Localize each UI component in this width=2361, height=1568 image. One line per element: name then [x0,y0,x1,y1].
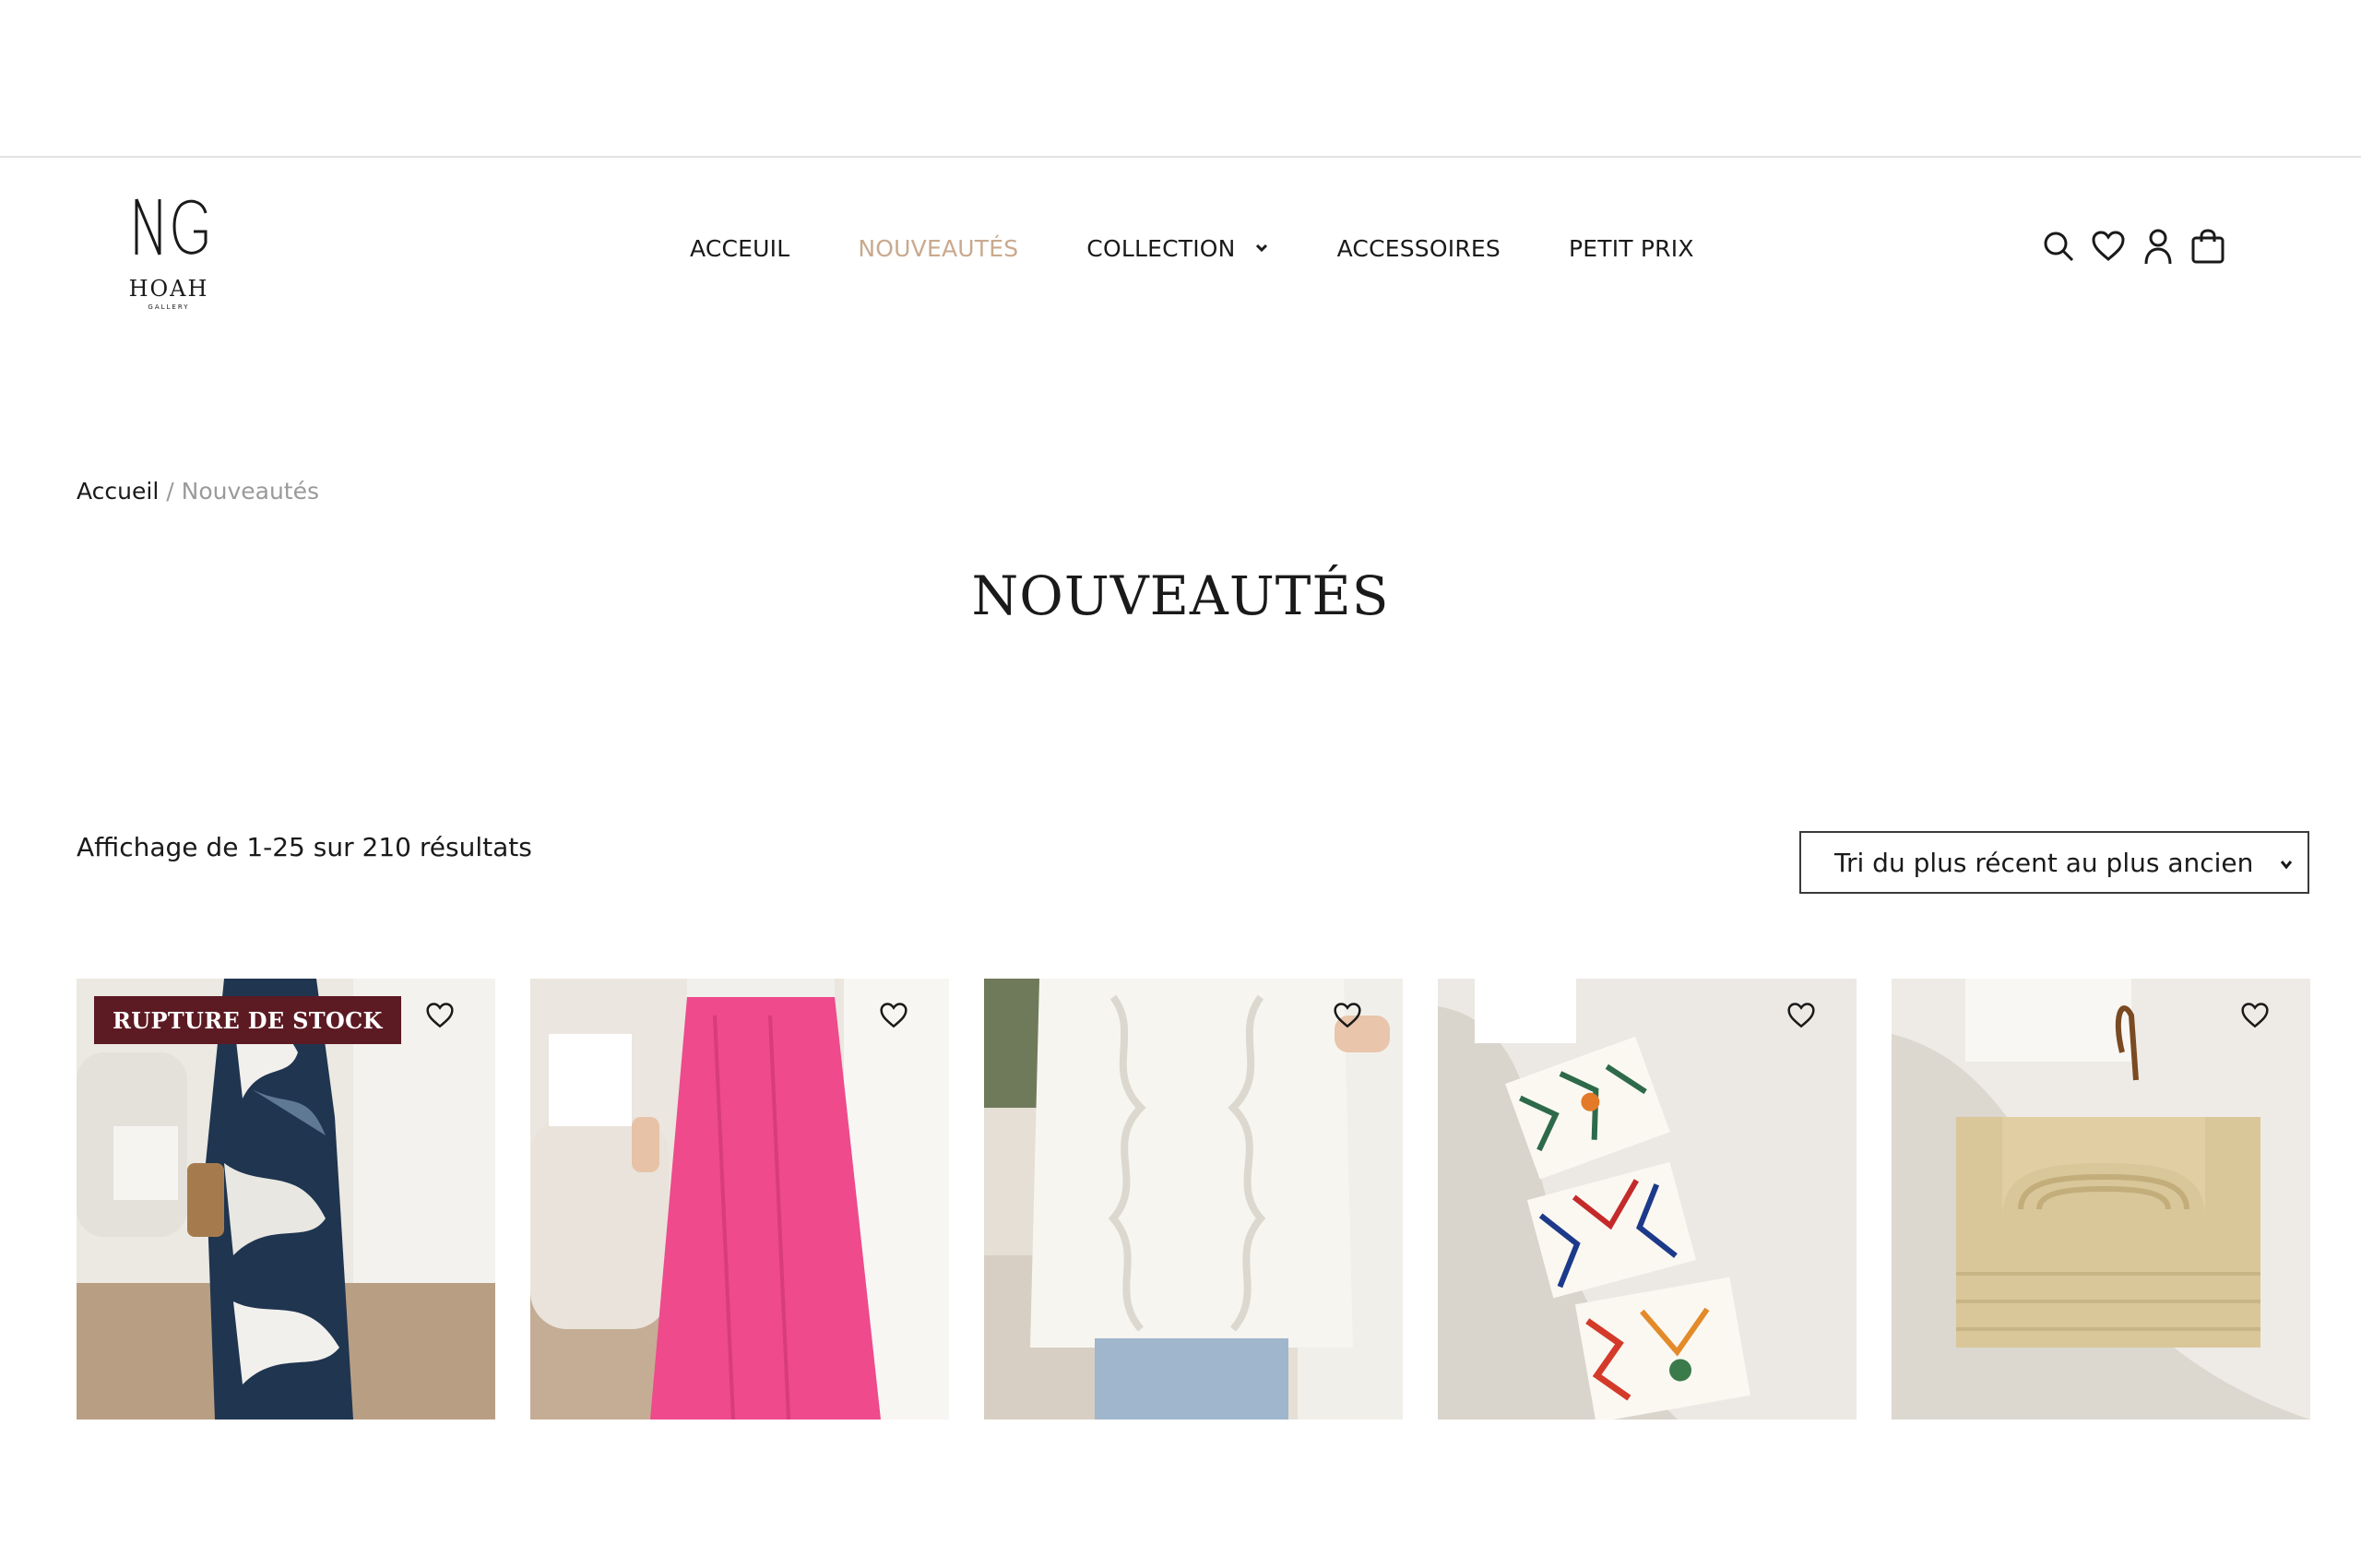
page-title: NOUVEAUTÉS [971,564,1390,627]
cart-button[interactable] [2189,226,2226,267]
wishlist-toggle[interactable] [875,997,912,1034]
product-card[interactable] [1438,979,1857,1420]
product-image [77,979,495,1420]
site-header: HOAH GALLERY ACCEUIL NOUVEAUTÉS COLLECTI… [0,158,2361,333]
sort-selected-label: Tri du plus récent au plus ancien [1834,847,2254,878]
heart-icon [2092,231,2125,261]
heart-icon [1787,1003,1815,1028]
breadcrumb-separator: / [166,478,174,505]
announcement-bar [0,0,2361,158]
main-nav: ACCEUIL NOUVEAUTÉS COLLECTION ACCESSOIRE… [690,230,1694,267]
wishlist-toggle[interactable] [1783,997,1820,1034]
account-button[interactable] [2140,226,2177,267]
results-count: Affichage de 1-25 sur 210 résultats [77,832,532,862]
product-card[interactable] [984,979,1403,1420]
nav-item-collection[interactable]: COLLECTION [1086,235,1268,262]
nav-item-acceuil[interactable]: ACCEUIL [690,235,789,262]
product-card[interactable] [1892,979,2310,1420]
nav-item-nouveautes[interactable]: NOUVEAUTÉS [858,235,1018,262]
product-card[interactable] [530,979,949,1420]
heart-icon [2241,1003,2269,1028]
logo-mark: HOAH GALLERY [129,198,209,311]
nav-item-petit-prix[interactable]: PETIT PRIX [1569,235,1694,262]
out-of-stock-badge: RUPTURE DE STOCK [94,996,401,1044]
site-logo[interactable]: HOAH GALLERY [118,176,219,315]
wishlist-toggle[interactable] [421,997,458,1034]
breadcrumb-current: Nouveautés [181,478,320,505]
nav-item-accessoires[interactable]: ACCESSOIRES [1337,235,1501,262]
svg-text:HOAH: HOAH [129,276,209,302]
product-image [1892,979,2310,1420]
breadcrumb: Accueil / Nouveautés [77,478,319,505]
chevron-down-icon [2280,861,2293,870]
nav-item-collection-label: COLLECTION [1086,234,1236,262]
wishlist-button[interactable] [2090,226,2127,267]
product-image [984,979,1403,1420]
product-card[interactable]: RUPTURE DE STOCK [77,979,495,1420]
heart-icon [1334,1003,1361,1028]
wishlist-toggle[interactable] [2236,997,2273,1034]
sort-select[interactable]: Tri du plus récent au plus ancien [1799,831,2309,894]
bag-icon [2191,229,2225,264]
wishlist-toggle[interactable] [1329,997,1366,1034]
svg-text:GALLERY: GALLERY [148,303,189,311]
product-image [1438,979,1857,1420]
user-icon [2144,229,2172,265]
chevron-down-icon [1255,244,1267,253]
search-icon [2044,232,2074,262]
product-image [530,979,949,1420]
search-button[interactable] [2040,226,2077,267]
breadcrumb-home[interactable]: Accueil [77,478,159,505]
heart-icon [426,1003,454,1028]
heart-icon [880,1003,908,1028]
product-grid: RUPTURE DE STOCK [77,979,2310,1420]
header-icons [2040,226,2226,267]
